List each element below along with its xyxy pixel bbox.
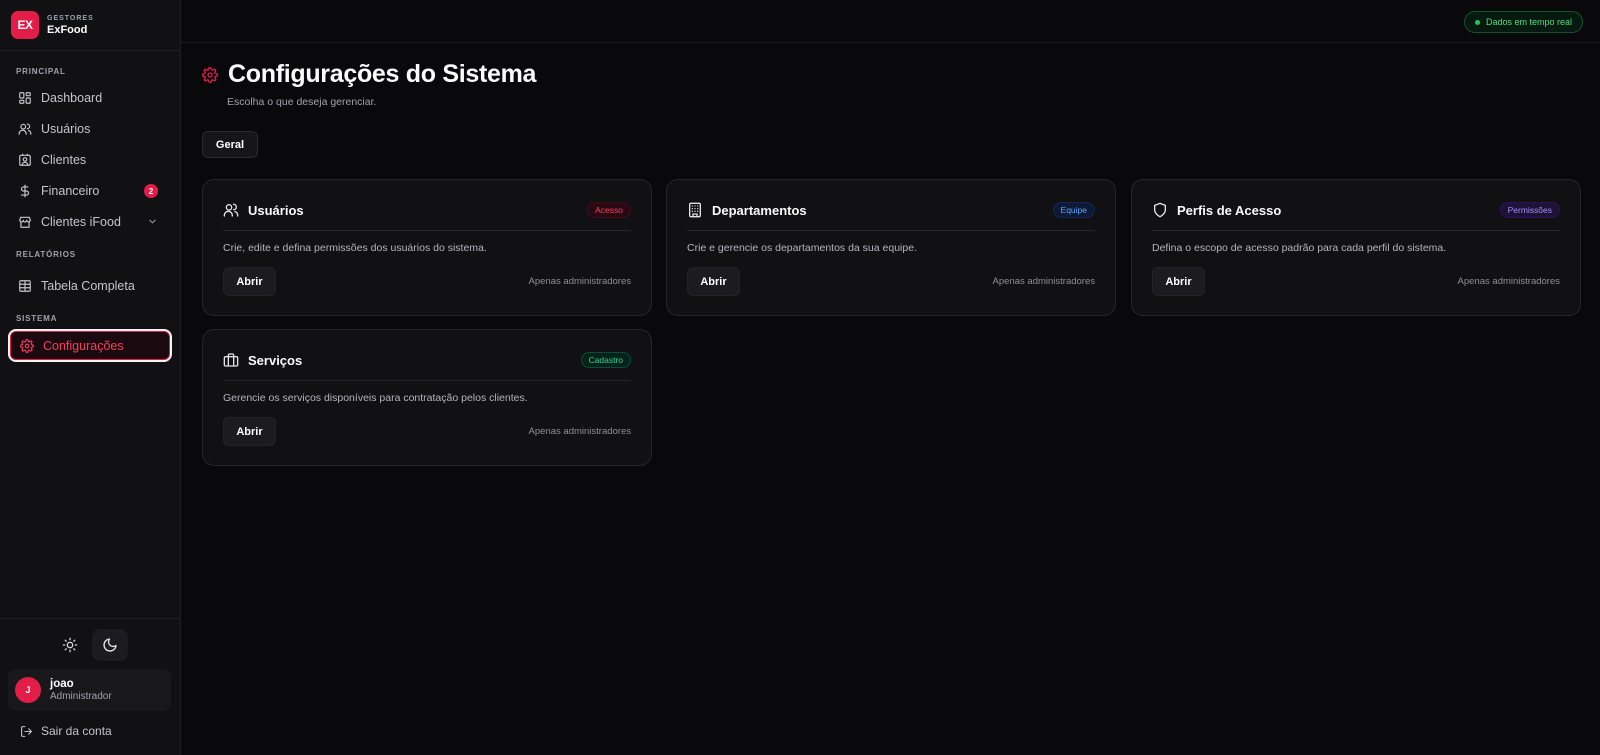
- divider: [0, 50, 181, 51]
- card-description: Crie e gerencie os departamentos da sua …: [687, 242, 917, 254]
- sidebar-item-tabela-completa[interactable]: Tabela Completa: [8, 271, 172, 301]
- divider: [223, 230, 631, 231]
- page-title: Configurações do Sistema: [228, 60, 537, 88]
- brand-text: GESTORES ExFood: [47, 15, 94, 36]
- chevron-down-icon[interactable]: [147, 216, 158, 227]
- tab-geral[interactable]: Geral: [202, 131, 258, 158]
- contact-icon: [19, 153, 31, 166]
- card-note: Apenas administradores: [528, 276, 631, 287]
- sidebar-item-clientes-ifood[interactable]: Clientes iFood: [8, 207, 172, 237]
- sidebar-item-label: Tabela Completa: [41, 279, 135, 293]
- card-header: Departamentos Equipe: [687, 200, 1095, 220]
- card-header: Perfis de Acesso Permissões: [1152, 200, 1560, 220]
- card-tag: Equipe: [1052, 202, 1095, 218]
- brand-logo: EX: [11, 11, 39, 39]
- shield-icon: [1154, 202, 1166, 218]
- logout-icon: [21, 725, 32, 737]
- sidebar-item-clientes[interactable]: Clientes: [8, 145, 172, 175]
- light-theme-button[interactable]: [52, 629, 88, 661]
- card-description: Gerencie os serviços disponíveis para co…: [223, 392, 528, 404]
- divider: [0, 618, 181, 619]
- dollar-icon: [20, 184, 30, 198]
- section-label-principal: PRINCIPAL: [16, 67, 66, 76]
- live-status-badge: Dados em tempo real: [1463, 11, 1583, 33]
- open-button[interactable]: Abrir: [223, 417, 276, 446]
- section-label-sistema: SISTEMA: [16, 314, 58, 323]
- live-status-label: Dados em tempo real: [1485, 17, 1572, 27]
- gear-icon: [202, 66, 218, 83]
- card-description: Crie, edite e defina permissões dos usuá…: [223, 242, 487, 254]
- card-tag: Acesso: [587, 202, 631, 218]
- card-note: Apenas administradores: [528, 426, 631, 437]
- user-name: joao: [50, 677, 74, 690]
- card-title: Serviços: [248, 352, 303, 368]
- sidebar: EX GESTORES ExFood PRINCIPAL Dashboard U…: [0, 0, 181, 755]
- dashboard-icon: [19, 92, 31, 104]
- brand-name: ExFood: [47, 23, 88, 36]
- divider: [1152, 230, 1560, 231]
- card-note: Apenas administradores: [992, 276, 1095, 287]
- user-card[interactable]: J joao Administrador: [8, 669, 171, 711]
- open-button[interactable]: Abrir: [1152, 267, 1205, 296]
- users-icon: [18, 123, 32, 135]
- settings-card-perfis-de-acesso: Perfis de Acesso Permissões Defina o esc…: [1131, 179, 1581, 316]
- live-dot-icon: [1474, 19, 1480, 25]
- sidebar-item-label: Clientes iFood: [41, 215, 121, 229]
- sidebar-item-label: Dashboard: [41, 91, 103, 105]
- store-icon: [19, 216, 31, 228]
- avatar: J: [15, 677, 41, 703]
- open-button[interactable]: Abrir: [223, 267, 276, 296]
- card-header: Usuários Acesso: [223, 200, 631, 220]
- briefcase-icon: [223, 353, 239, 367]
- sidebar-item-usuarios[interactable]: Usuários: [8, 114, 172, 144]
- gear-icon: [20, 338, 34, 353]
- sidebar-item-dashboard[interactable]: Dashboard: [8, 83, 172, 113]
- brand[interactable]: EX GESTORES ExFood: [11, 11, 94, 39]
- sidebar-item-configuracoes[interactable]: Configurações: [8, 329, 172, 362]
- settings-card-departamentos: Departamentos Equipe Crie e gerencie os …: [666, 179, 1116, 316]
- sidebar-item-label: Usuários: [41, 122, 91, 136]
- page-header: Configurações do Sistema: [202, 60, 536, 89]
- notification-badge: 2: [144, 184, 158, 198]
- divider: [687, 230, 1095, 231]
- topbar: Dados em tempo real: [181, 0, 1600, 43]
- sidebar-item-label: Financeiro: [41, 184, 100, 198]
- sun-icon: [62, 637, 78, 653]
- moon-icon: [103, 638, 117, 652]
- sidebar-item-label: Clientes: [41, 153, 87, 167]
- sidebar-item-label: Configurações: [43, 338, 124, 353]
- card-title: Perfis de Acesso: [1177, 202, 1282, 218]
- card-description: Defina o escopo de acesso padrão para ca…: [1152, 242, 1447, 254]
- logout-label: Sair da conta: [41, 724, 112, 738]
- sidebar-item-financeiro[interactable]: Financeiro 2: [8, 176, 172, 206]
- settings-card-usuarios: Usuários Acesso Crie, edite e defina per…: [202, 179, 652, 316]
- card-tag: Cadastro: [580, 352, 631, 368]
- divider: [223, 380, 631, 381]
- section-label-relatorios: RELATÓRIOS: [16, 250, 76, 259]
- card-title: Departamentos: [712, 202, 807, 218]
- building-icon: [689, 202, 701, 218]
- card-header: Serviços Cadastro: [223, 350, 631, 370]
- card-note: Apenas administradores: [1457, 276, 1560, 287]
- card-title: Usuários: [248, 202, 304, 218]
- user-role: Administrador: [50, 690, 112, 702]
- open-button[interactable]: Abrir: [687, 267, 740, 296]
- settings-card-servicos: Serviços Cadastro Gerencie os serviços d…: [202, 329, 652, 466]
- page-subtitle: Escolha o que deseja gerenciar.: [227, 96, 377, 108]
- users-icon: [223, 203, 239, 217]
- card-tag: Permissões: [1499, 202, 1560, 218]
- brand-subtitle: GESTORES: [47, 14, 94, 22]
- dark-theme-button[interactable]: [92, 629, 128, 661]
- table-icon: [19, 280, 31, 292]
- user-info: joao Administrador: [50, 677, 112, 704]
- logout-button[interactable]: Sair da conta: [20, 724, 112, 738]
